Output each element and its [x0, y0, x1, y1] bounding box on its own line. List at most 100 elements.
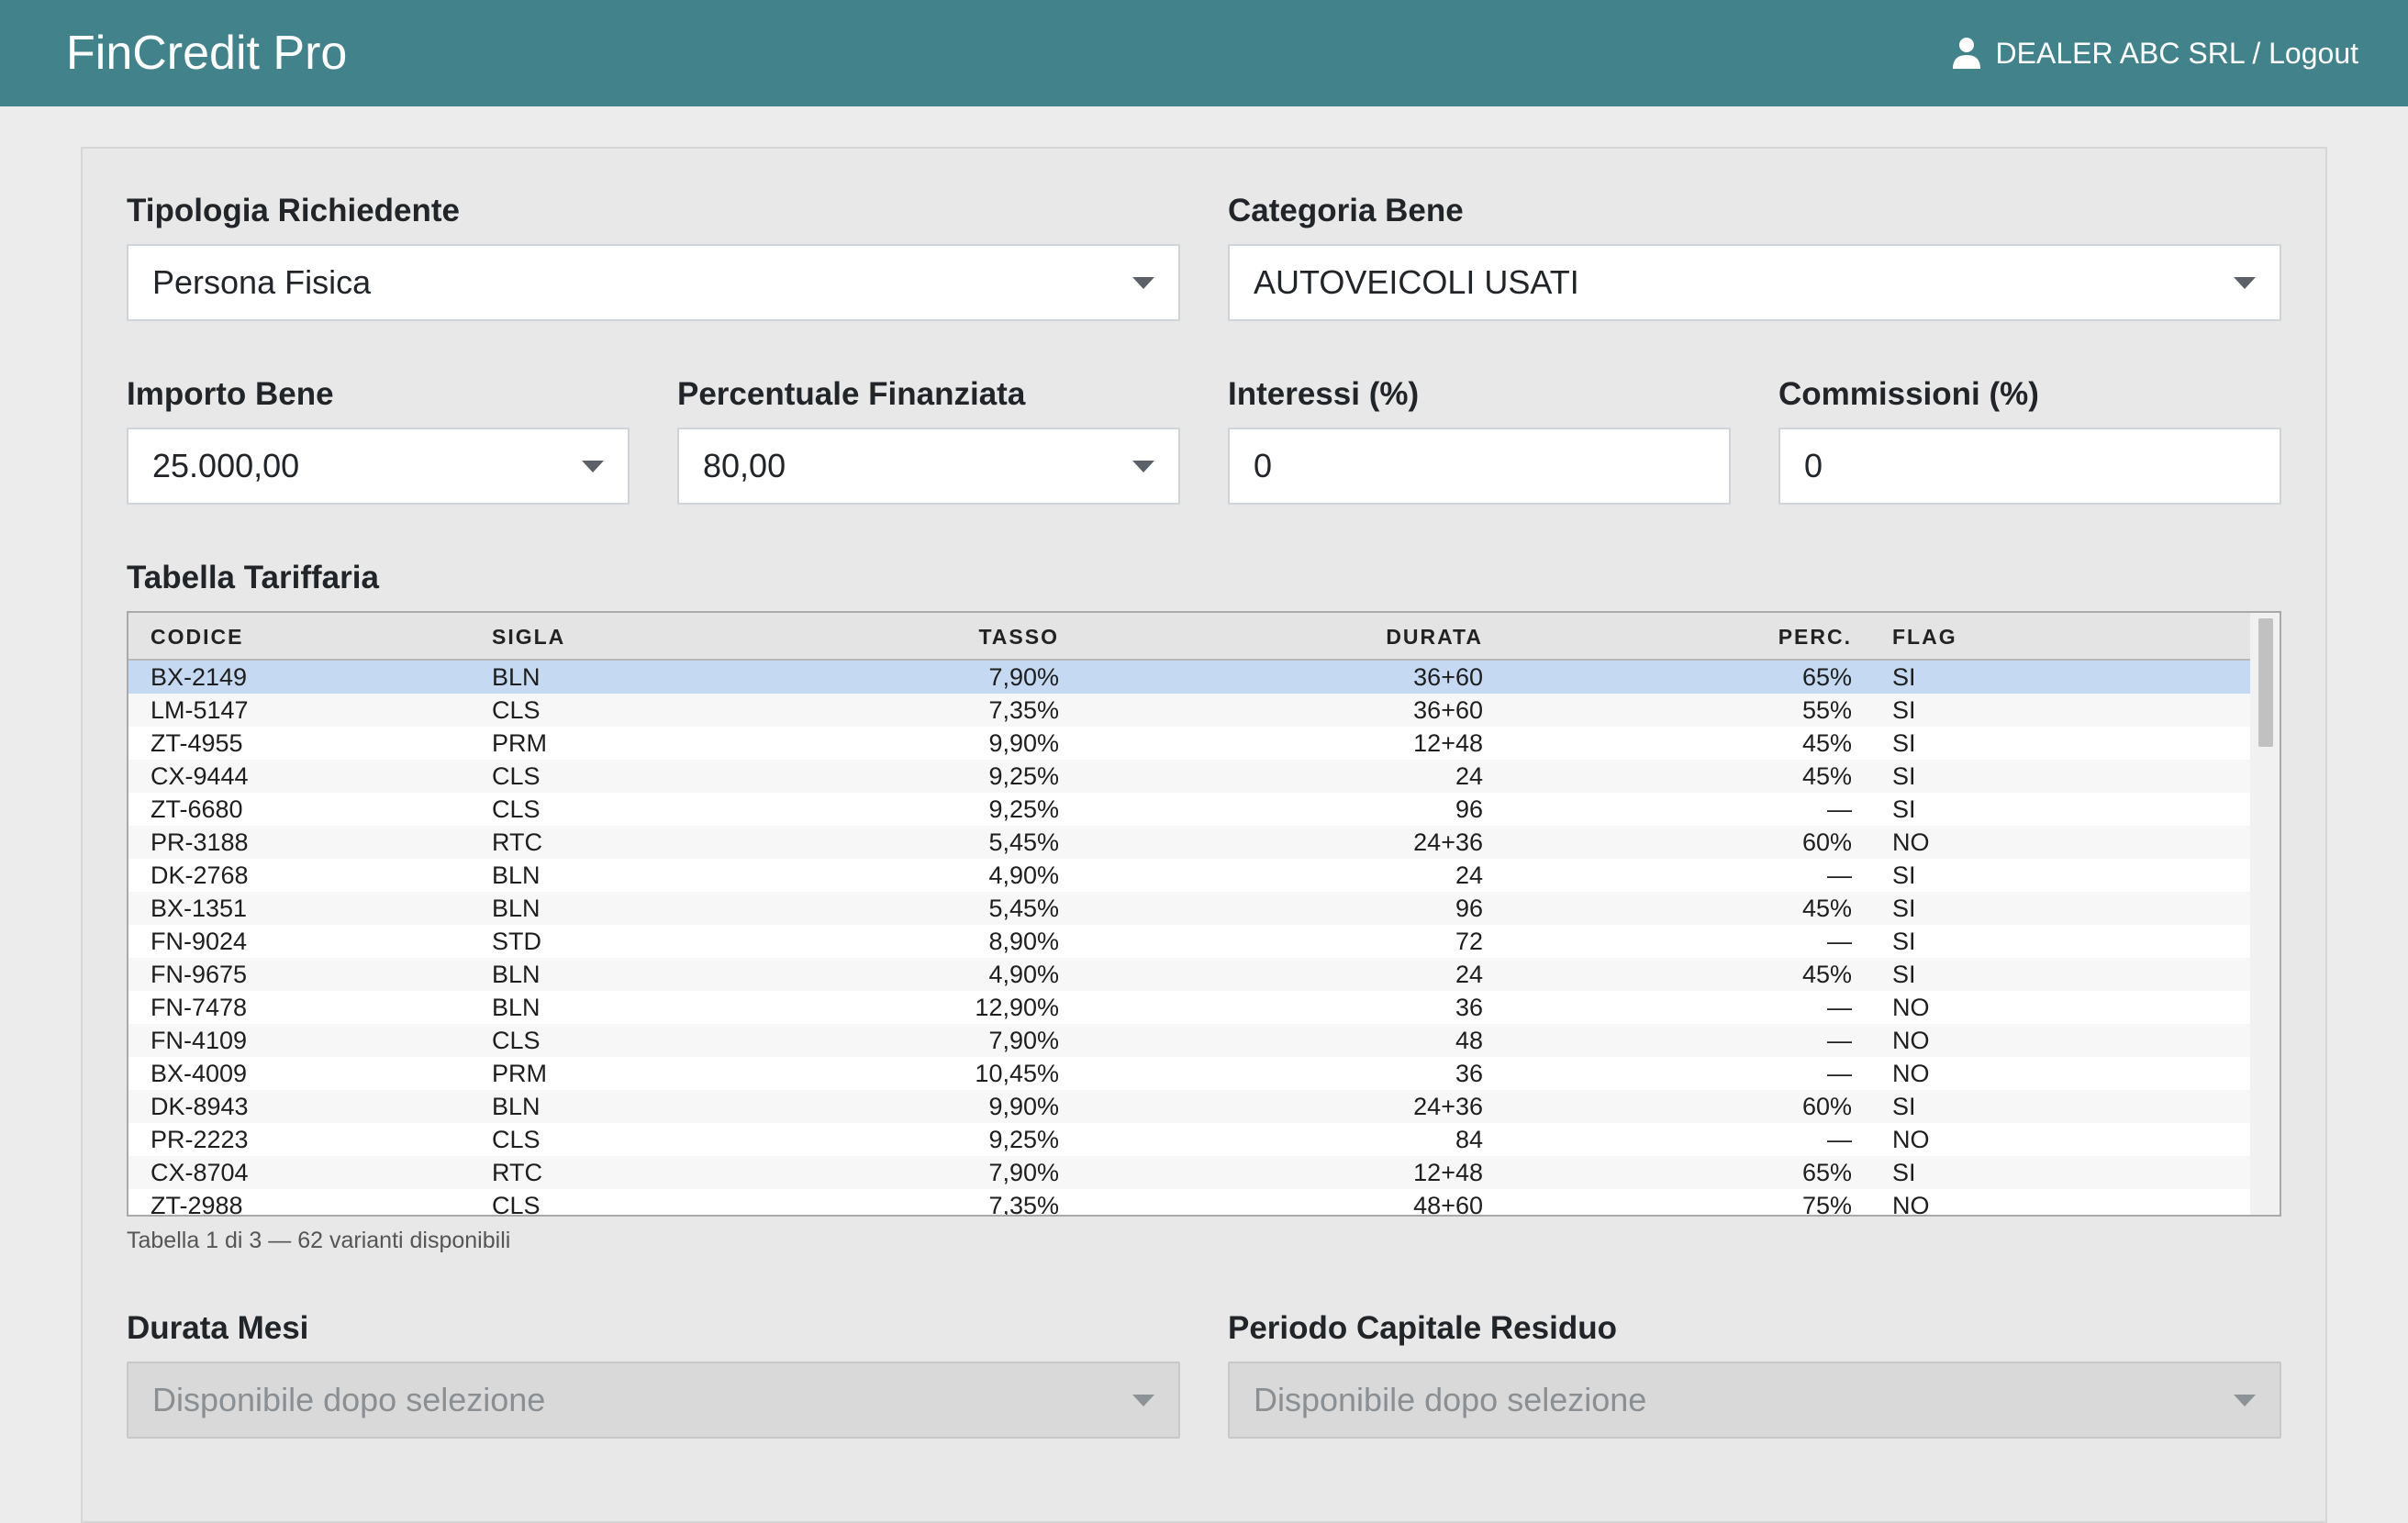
cell-flag: SI — [1892, 895, 1916, 922]
cell-perc: — — [1827, 1027, 1852, 1054]
cell-sigla: BLN — [492, 895, 541, 922]
table-row[interactable]: FN-7478 BLN 12,90% 36 — NO — [128, 991, 2252, 1024]
categoria-value: AUTOVEICOLI USATI — [1254, 263, 1579, 301]
cell-perc: — — [1827, 795, 1852, 823]
cell-perc: — — [1827, 1060, 1852, 1087]
column-header-codice[interactable]: CODICE — [150, 625, 243, 650]
chevron-down-icon — [1132, 277, 1154, 289]
app-title: FinCredit Pro — [66, 27, 348, 80]
column-header-durata[interactable]: DURATA — [1386, 625, 1483, 650]
cell-codice: ZT-6680 — [150, 795, 243, 823]
table-row[interactable]: CX-9444 CLS 9,25% 24 45% SI — [128, 760, 2252, 793]
cell-sigla: CLS — [492, 795, 541, 823]
cell-codice: ZT-4955 — [150, 729, 243, 757]
cell-codice: FN-9675 — [150, 961, 248, 988]
cell-perc: — — [1827, 862, 1852, 889]
percentuale-label: Percentuale Finanziata — [677, 376, 1026, 412]
cell-flag: SI — [1892, 729, 1916, 757]
table-row[interactable]: PR-2223 CLS 9,25% 84 — NO — [128, 1123, 2252, 1156]
cell-durata: 12+48 — [1413, 1159, 1483, 1186]
table-row[interactable]: PR-3188 RTC 5,45% 24+36 60% NO — [128, 826, 2252, 859]
cell-flag: SI — [1892, 1093, 1916, 1120]
table-row[interactable]: ZT-2988 CLS 7,35% 48+60 75% NO — [128, 1189, 2252, 1217]
cell-sigla: CLS — [492, 1027, 541, 1054]
table-title: Tabella Tariffaria — [127, 560, 379, 595]
categoria-select[interactable]: AUTOVEICOLI USATI — [1228, 244, 2281, 321]
cell-flag: NO — [1892, 1126, 1930, 1153]
table-row[interactable]: DK-8943 BLN 9,90% 24+36 60% SI — [128, 1090, 2252, 1123]
cell-tasso: 7,35% — [988, 1192, 1059, 1217]
column-header-perc[interactable]: PERC. — [1778, 625, 1852, 650]
durata-select[interactable]: Disponibile dopo selezione — [127, 1362, 1180, 1439]
chevron-down-icon — [582, 461, 604, 472]
cell-codice: PR-3188 — [150, 828, 249, 856]
tipologia-select[interactable]: Persona Fisica — [127, 244, 1180, 321]
user-menu[interactable]: DEALER ABC SRL / Logout — [1952, 33, 2358, 73]
cell-durata: 84 — [1455, 1126, 1483, 1153]
tariff-table[interactable]: CODICE SIGLA TASSO DURATA PERC. FLAG BX-… — [127, 611, 2281, 1217]
cell-tasso: 4,90% — [988, 862, 1059, 889]
importo-select[interactable]: 25.000,00 — [127, 428, 630, 505]
cell-tasso: 7,90% — [988, 1159, 1059, 1186]
cell-perc: — — [1827, 1126, 1852, 1153]
column-header-sigla[interactable]: SIGLA — [492, 625, 565, 650]
cell-durata: 96 — [1455, 795, 1483, 823]
table-row[interactable]: FN-9024 STD 8,90% 72 — SI — [128, 925, 2252, 958]
table-row[interactable]: FN-4109 CLS 7,90% 48 — NO — [128, 1024, 2252, 1057]
periodo-select[interactable]: Disponibile dopo selezione — [1228, 1362, 2281, 1439]
table-row[interactable]: ZT-4955 PRM 9,90% 12+48 45% SI — [128, 727, 2252, 760]
categoria-label: Categoria Bene — [1228, 193, 1464, 228]
cell-durata: 36 — [1455, 994, 1483, 1021]
commissioni-input[interactable]: 0 — [1778, 428, 2281, 505]
cell-flag: NO — [1892, 828, 1930, 856]
cell-codice: CX-8704 — [150, 1159, 249, 1186]
cell-durata: 96 — [1455, 895, 1483, 922]
table-footnote: Tabella 1 di 3 — 62 varianti disponibili — [127, 1228, 511, 1253]
interessi-input[interactable]: 0 — [1228, 428, 1731, 505]
table-row[interactable]: BX-1351 BLN 5,45% 96 45% SI — [128, 892, 2252, 925]
table-row[interactable]: BX-2149 BLN 7,90% 36+60 65% SI — [128, 661, 2252, 694]
cell-flag: NO — [1892, 1060, 1930, 1087]
cell-codice: BX-2149 — [150, 663, 248, 691]
percentuale-value: 80,00 — [703, 447, 786, 484]
cell-sigla: CLS — [492, 762, 541, 790]
table-row[interactable]: LM-5147 CLS 7,35% 36+60 55% SI — [128, 694, 2252, 727]
percentuale-select[interactable]: 80,00 — [677, 428, 1180, 505]
table-scrollbar[interactable] — [2250, 613, 2280, 1215]
cell-codice: FN-4109 — [150, 1027, 248, 1054]
table-row[interactable]: ZT-6680 CLS 9,25% 96 — SI — [128, 793, 2252, 826]
cell-codice: CX-9444 — [150, 762, 249, 790]
user-icon — [1952, 38, 1980, 69]
cell-sigla: BLN — [492, 961, 541, 988]
tipologia-value: Persona Fisica — [152, 263, 372, 301]
durata-label: Durata Mesi — [127, 1310, 309, 1346]
commissioni-value: 0 — [1804, 447, 1823, 484]
cell-tasso: 5,45% — [988, 895, 1059, 922]
cell-tasso: 7,90% — [988, 1027, 1059, 1054]
cell-durata: 24 — [1455, 862, 1483, 889]
chevron-down-icon — [2234, 277, 2256, 289]
user-logout-link[interactable]: DEALER ABC SRL / Logout — [1996, 37, 2358, 71]
table-row[interactable]: DK-2768 BLN 4,90% 24 — SI — [128, 859, 2252, 892]
cell-durata: 36+60 — [1413, 663, 1483, 691]
table-row[interactable]: BX-4009 PRM 10,45% 36 — NO — [128, 1057, 2252, 1090]
cell-durata: 24 — [1455, 961, 1483, 988]
table-row[interactable]: FN-9675 BLN 4,90% 24 45% SI — [128, 958, 2252, 991]
scrollbar-thumb[interactable] — [2258, 618, 2273, 747]
column-header-flag[interactable]: FLAG — [1892, 625, 1957, 650]
cell-codice: ZT-2988 — [150, 1192, 243, 1217]
cell-durata: 48 — [1455, 1027, 1483, 1054]
cell-codice: DK-8943 — [150, 1093, 249, 1120]
cell-codice: BX-1351 — [150, 895, 248, 922]
cell-tasso: 9,25% — [988, 1126, 1059, 1153]
cell-codice: LM-5147 — [150, 696, 249, 724]
table-row[interactable]: CX-8704 RTC 7,90% 12+48 65% SI — [128, 1156, 2252, 1189]
column-header-tasso[interactable]: TASSO — [978, 625, 1059, 650]
cell-sigla: BLN — [492, 1093, 541, 1120]
cell-sigla: CLS — [492, 1126, 541, 1153]
cell-sigla: PRM — [492, 729, 547, 757]
cell-perc: 65% — [1801, 663, 1852, 691]
cell-codice: PR-2223 — [150, 1126, 249, 1153]
cell-perc: 65% — [1801, 1159, 1852, 1186]
cell-durata: 36+60 — [1413, 696, 1483, 724]
